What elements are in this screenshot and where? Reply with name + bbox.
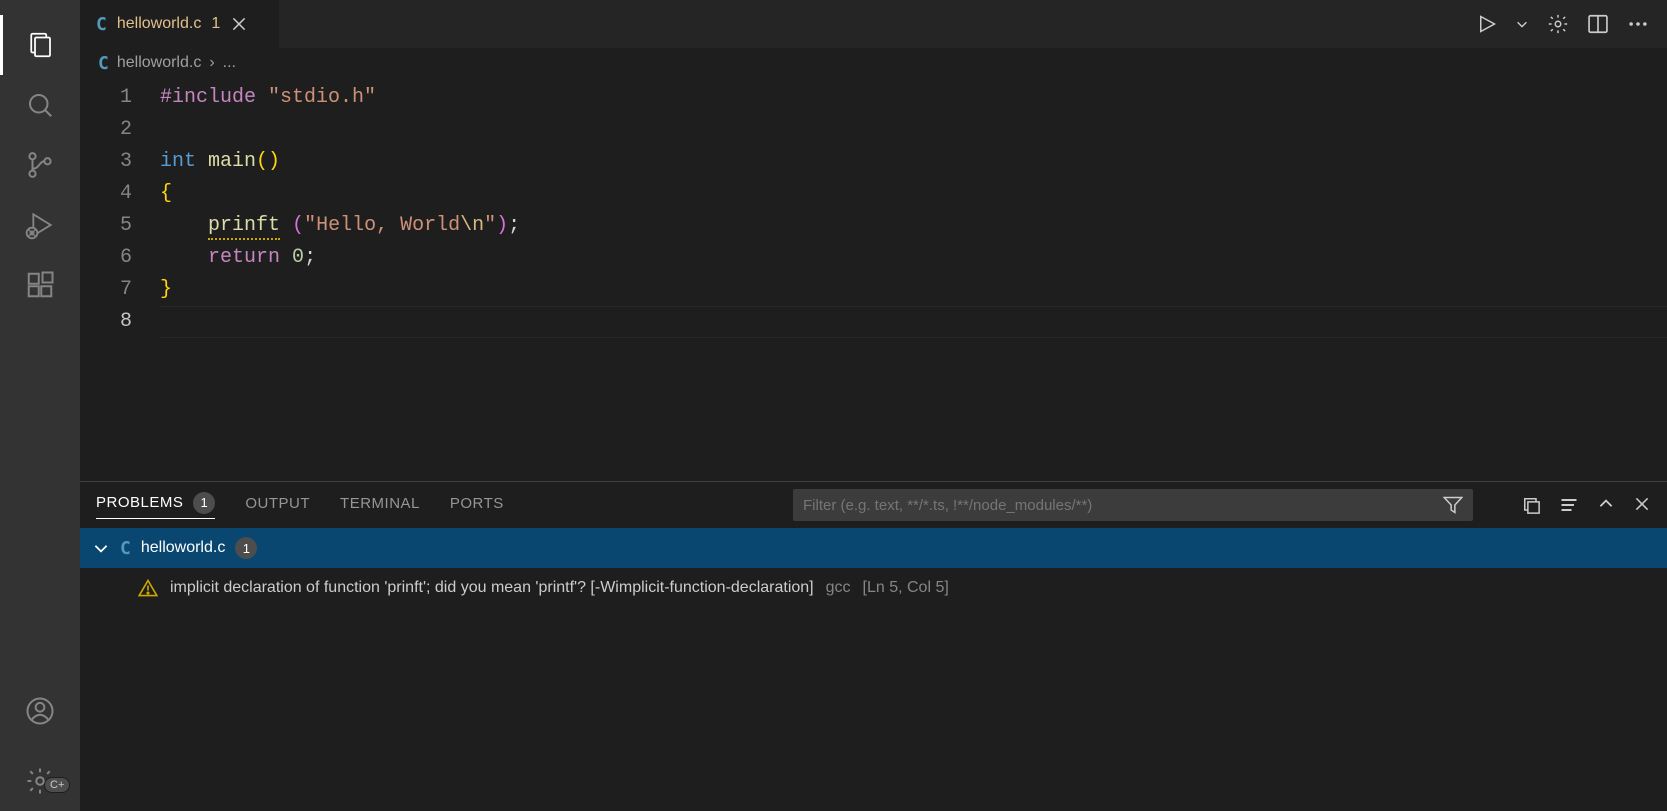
problems-filter-input[interactable] — [803, 497, 1433, 514]
breadcrumb[interactable]: C helloworld.c › ... — [80, 48, 1667, 78]
cpp-extension-badge: C+ — [44, 777, 70, 793]
run-dropdown-icon[interactable] — [1515, 17, 1529, 31]
problem-position: [Ln 5, Col 5] — [863, 579, 949, 597]
breadcrumb-rest: ... — [223, 54, 236, 72]
problem-message: implicit declaration of function 'prinft… — [170, 579, 814, 597]
panel-tabs: PROBLEMS 1 OUTPUT TERMINAL PORTS — [80, 482, 1667, 528]
tab-close-icon[interactable] — [230, 15, 248, 33]
editor-tabs: C helloworld.c 1 — [80, 0, 1667, 48]
code-content[interactable]: #include "stdio.h"int main(){ prinft ("H… — [160, 82, 1667, 481]
problems-filter[interactable] — [793, 489, 1473, 521]
problems-file-count: 1 — [235, 537, 257, 559]
problem-item[interactable]: implicit declaration of function 'prinft… — [80, 568, 1667, 608]
tab-filename: helloworld.c — [117, 15, 201, 33]
code-editor[interactable]: 12345678 #include "stdio.h"int main(){ p… — [80, 78, 1667, 481]
panel-actions — [1521, 495, 1651, 515]
tab-output[interactable]: OUTPUT — [245, 495, 310, 516]
tab-problems[interactable]: PROBLEMS 1 — [96, 492, 215, 519]
editor-area: C helloworld.c 1 — [80, 0, 1667, 811]
more-actions-icon[interactable] — [1627, 13, 1649, 35]
problems-count-badge: 1 — [193, 492, 215, 514]
tab-helloworld[interactable]: C helloworld.c 1 — [80, 0, 280, 48]
tab-ports[interactable]: PORTS — [450, 495, 504, 516]
split-editor-icon[interactable] — [1587, 13, 1609, 35]
breadcrumb-file: helloworld.c — [117, 54, 201, 72]
c-file-icon: C — [96, 14, 107, 35]
activity-search-icon[interactable] — [0, 75, 80, 135]
tab-terminal[interactable]: TERMINAL — [340, 495, 420, 516]
activity-explorer-icon[interactable] — [0, 15, 80, 75]
c-file-icon: C — [120, 538, 131, 559]
run-icon[interactable] — [1477, 14, 1497, 34]
bottom-panel: PROBLEMS 1 OUTPUT TERMINAL PORTS — [80, 481, 1667, 811]
settings-gear-icon[interactable] — [1547, 13, 1569, 35]
problems-file-name: helloworld.c — [141, 539, 225, 557]
activity-source-control-icon[interactable] — [0, 135, 80, 195]
tab-modified-indicator: 1 — [211, 15, 220, 33]
editor-actions — [1477, 0, 1667, 48]
activity-extensions-icon[interactable] — [0, 255, 80, 315]
activity-bar: C+ — [0, 0, 80, 811]
breadcrumb-separator: › — [209, 54, 214, 72]
view-as-list-icon[interactable] — [1559, 495, 1579, 515]
c-file-icon: C — [98, 53, 109, 74]
chevron-down-icon — [92, 539, 110, 557]
activity-accounts-icon[interactable] — [0, 681, 80, 741]
activity-run-debug-icon[interactable] — [0, 195, 80, 255]
problems-file-group[interactable]: C helloworld.c 1 — [80, 528, 1667, 568]
line-number-gutter: 12345678 — [80, 82, 160, 481]
problem-source: gcc — [826, 579, 851, 597]
warning-icon — [138, 578, 158, 598]
panel-close-icon[interactable] — [1633, 495, 1651, 515]
collapse-all-icon[interactable] — [1521, 495, 1541, 515]
problems-list: C helloworld.c 1 implicit declaration of… — [80, 528, 1667, 811]
filter-funnel-icon[interactable] — [1443, 495, 1463, 515]
panel-maximize-icon[interactable] — [1597, 495, 1615, 515]
tab-problems-label: PROBLEMS — [96, 494, 183, 511]
